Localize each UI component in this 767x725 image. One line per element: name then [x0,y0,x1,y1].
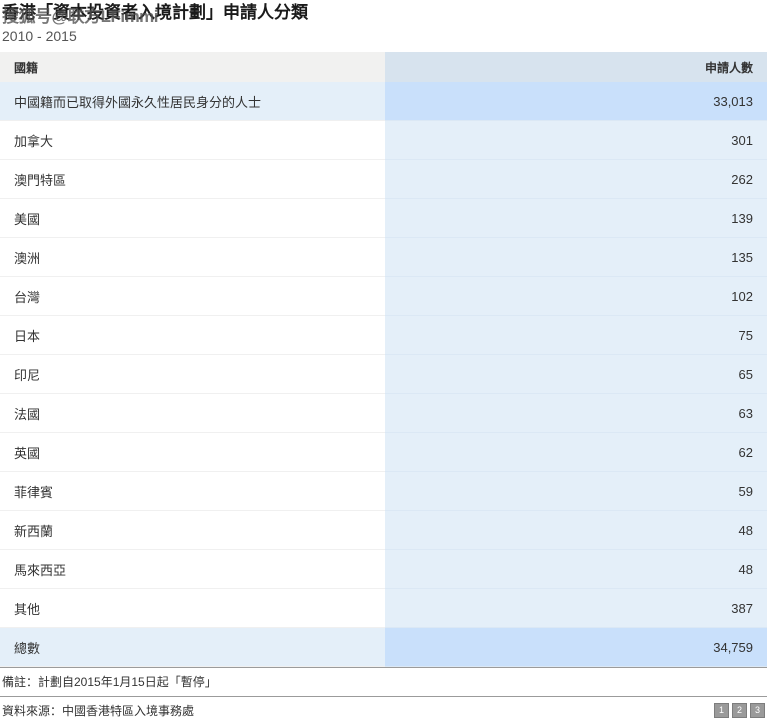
cell-applicant-count: 301 [385,120,767,160]
footnote-text: 資料來源：中國香港特區入境事務處 [2,704,195,718]
table-row: 馬來西亞 48 [0,549,767,589]
footnotes-section: 備註：計劃自2015年1月15日起「暫停」 資料來源：中國香港特區入境事務處 1 2 3 [0,667,767,725]
footnote-text: 備註：計劃自2015年1月15日起「暫停」 [2,675,217,689]
cell-applicant-count: 102 [385,276,767,316]
cell-nationality: 加拿大 [0,120,385,160]
table-header-row: 國籍 申請人數 [0,52,767,82]
cell-applicant-count: 48 [385,510,767,550]
cell-applicant-count: 75 [385,315,767,355]
cell-applicant-count: 63 [385,393,767,433]
column-header-nationality: 國籍 [0,52,385,82]
table-row: 印尼 65 [0,354,767,394]
cell-nationality: 日本 [0,315,385,355]
cell-applicant-count: 33,013 [385,82,767,121]
title-block: 香港「資本投資者入境計劃」申請人分類 搜狐号@联方LFimmi 2010 - 2… [0,0,767,46]
table-row: 台灣 102 [0,276,767,316]
table-row: 總數 34,759 [0,627,767,667]
cell-nationality: 台灣 [0,276,385,316]
footnote: 備註：計劃自2015年1月15日起「暫停」 [0,667,767,696]
cell-nationality: 馬來西亞 [0,549,385,589]
column-header-applicants: 申請人數 [385,52,767,82]
table-row: 英國 62 [0,432,767,472]
cell-nationality: 印尼 [0,354,385,394]
footnote: 資料來源：中國香港特區入境事務處 1 2 3 [0,696,767,725]
cell-applicant-count: 59 [385,471,767,511]
cell-nationality: 澳洲 [0,237,385,277]
page-title: 香港「資本投資者入境計劃」申請人分類 [2,3,308,22]
cell-nationality: 總數 [0,627,385,667]
table-row: 其他 387 [0,588,767,628]
cell-nationality: 英國 [0,432,385,472]
table-row: 日本 75 [0,315,767,355]
table-body: 中國籍而已取得外國永久性居民身分的人士 33,013 加拿大 301 澳門特區 262 美國… [0,82,767,667]
cell-applicant-count: 387 [385,588,767,628]
cell-applicant-count: 135 [385,237,767,277]
table-header: 國籍 申請人數 [0,52,767,82]
cell-applicant-count: 48 [385,549,767,589]
table-row: 美國 139 [0,198,767,238]
table-row: 中國籍而已取得外國永久性居民身分的人士 33,013 [0,82,767,121]
cell-applicant-count: 262 [385,159,767,199]
cell-applicant-count: 62 [385,432,767,472]
badge-icon[interactable]: 2 [732,703,747,718]
cell-nationality: 菲律賓 [0,471,385,511]
cell-applicant-count: 34,759 [385,627,767,667]
table-row: 新西蘭 48 [0,510,767,550]
cell-nationality: 其他 [0,588,385,628]
table-row: 加拿大 301 [0,120,767,160]
badge-icon[interactable]: 3 [750,703,765,718]
cell-nationality: 中國籍而已取得外國永久性居民身分的人士 [0,82,385,121]
table-row: 澳洲 135 [0,237,767,277]
cell-applicant-count: 65 [385,354,767,394]
cell-nationality: 澳門特區 [0,159,385,199]
cell-nationality: 新西蘭 [0,510,385,550]
badge-icon[interactable]: 1 [714,703,729,718]
cell-nationality: 法國 [0,393,385,433]
cell-applicant-count: 139 [385,198,767,238]
badge-group: 123 [714,703,765,718]
page-subtitle: 2010 - 2015 [2,28,77,44]
table-row: 法國 63 [0,393,767,433]
table-row: 菲律賓 59 [0,471,767,511]
cell-nationality: 美國 [0,198,385,238]
table-row: 澳門特區 262 [0,159,767,199]
applicant-nationality-table: 國籍 申請人數 中國籍而已取得外國永久性居民身分的人士 33,013 加拿大 301 澳… [0,52,767,667]
table-container: 國籍 申請人數 中國籍而已取得外國永久性居民身分的人士 33,013 加拿大 301 澳… [0,52,767,667]
